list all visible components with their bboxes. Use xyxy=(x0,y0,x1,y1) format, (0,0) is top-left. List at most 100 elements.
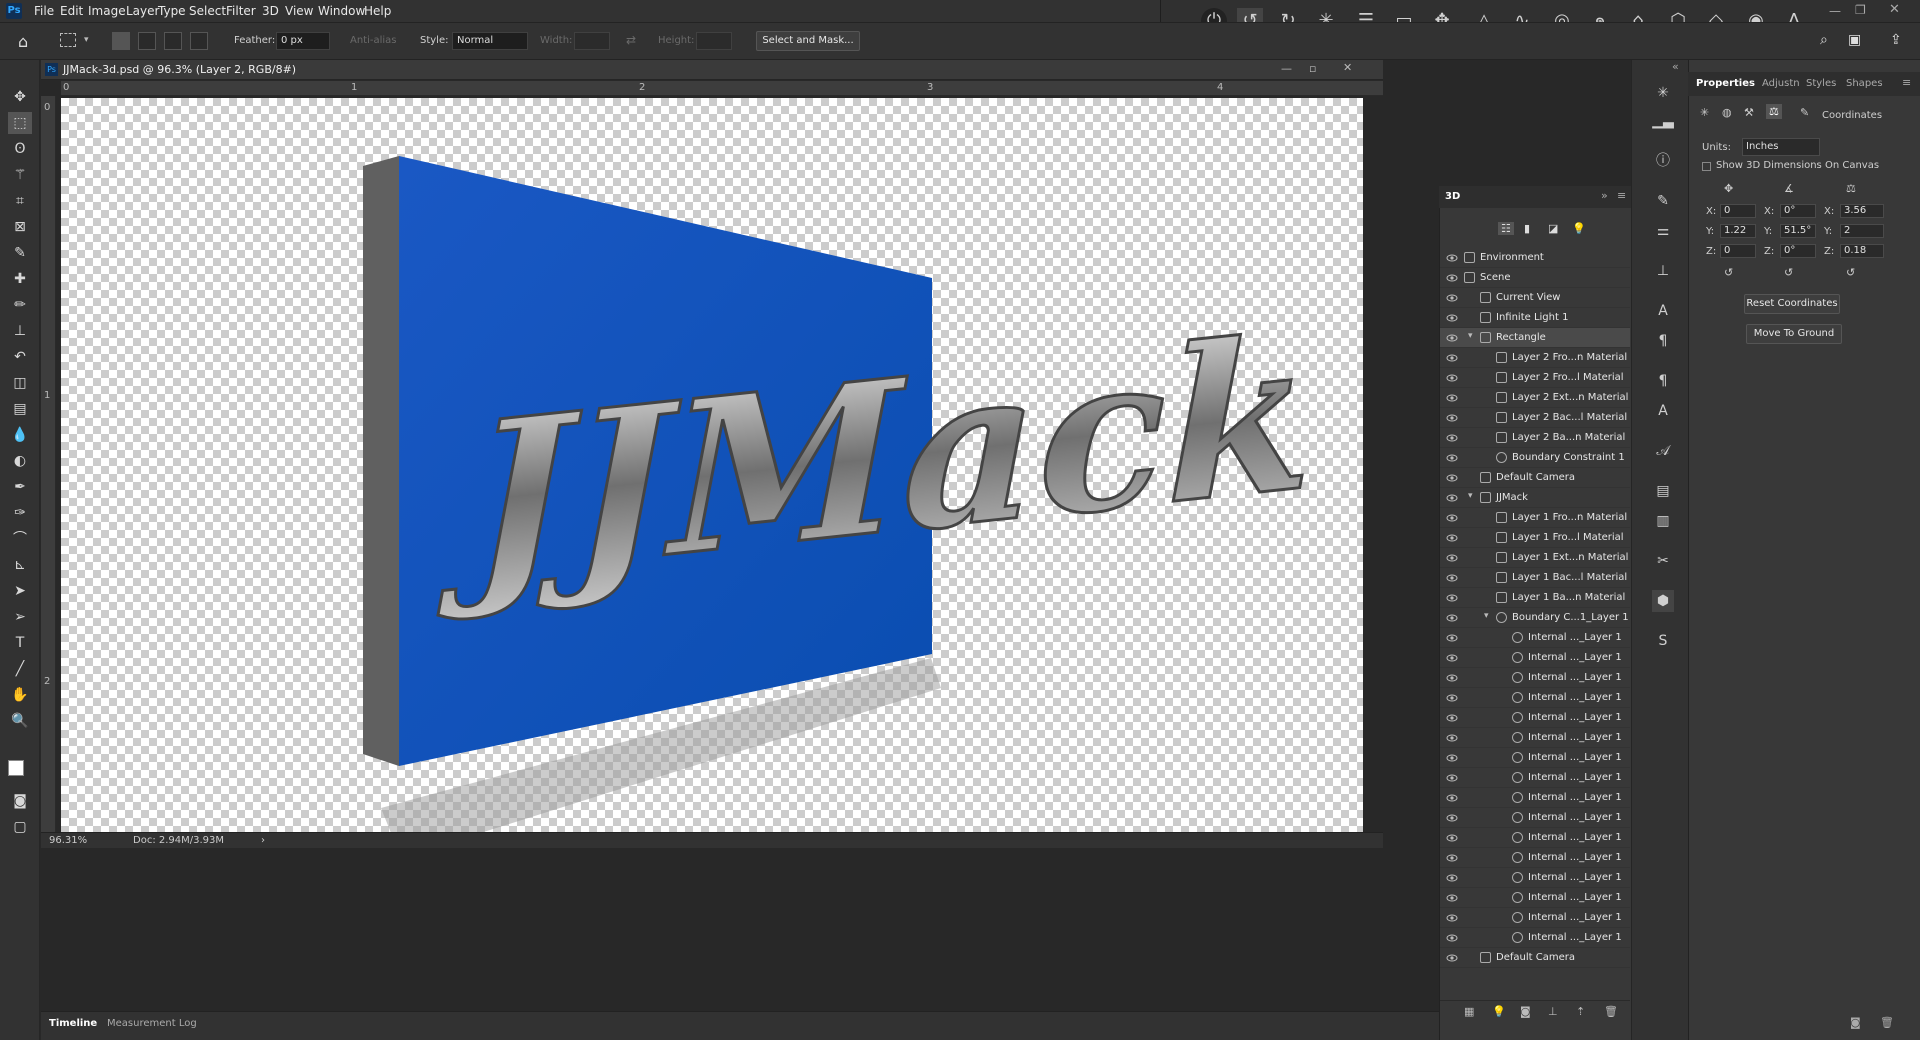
quick-mask-icon[interactable]: ◙ xyxy=(8,790,32,812)
visibility-eye-icon[interactable] xyxy=(1446,492,1458,504)
status-expand-icon[interactable]: › xyxy=(261,835,265,846)
zoom-level[interactable]: 96.31% xyxy=(49,835,87,846)
direct-selection-tool-icon[interactable]: ➢ xyxy=(8,606,32,628)
drop-icon[interactable]: ⊥ xyxy=(1548,1005,1558,1018)
3d-scene-row[interactable]: Internal ..._Layer 1 xyxy=(1440,828,1630,848)
pos-z-input[interactable]: 0 xyxy=(1720,244,1756,258)
add-selection-button[interactable] xyxy=(138,32,156,50)
lights-icon[interactable]: 💡 xyxy=(1572,222,1586,235)
visibility-eye-icon[interactable] xyxy=(1446,392,1458,404)
3d-scene-row[interactable]: Internal ..._Layer 1 xyxy=(1440,648,1630,668)
intersect-selection-button[interactable] xyxy=(190,32,208,50)
materials-icon[interactable]: ◪ xyxy=(1548,222,1558,235)
pos-x-input[interactable]: 0 xyxy=(1720,204,1756,218)
swap-icon[interactable]: ⇄ xyxy=(626,33,636,47)
feather-input[interactable]: 0 px xyxy=(276,32,330,50)
visibility-eye-icon[interactable] xyxy=(1446,932,1458,944)
3d-scene-row[interactable]: ▾ Boundary C...1_Layer 1 xyxy=(1440,608,1630,628)
path-selection-tool-icon[interactable]: ➤ xyxy=(8,580,32,602)
paragraph-icon[interactable]: ¶ xyxy=(1652,330,1674,352)
chevron-down-icon[interactable]: ▾ xyxy=(84,35,89,45)
menu-filter[interactable]: Filter xyxy=(222,0,260,22)
delete-icon[interactable]: 🗑 xyxy=(1880,1016,1894,1029)
reset-coordinates-button[interactable]: Reset Coordinates xyxy=(1744,294,1840,314)
visibility-eye-icon[interactable] xyxy=(1446,572,1458,584)
clone-stamp-tool-icon[interactable]: ⊥ xyxy=(8,320,32,342)
tab-styles[interactable]: Styles xyxy=(1806,78,1836,89)
3d-scene-row[interactable]: Internal ..._Layer 1 xyxy=(1440,708,1630,728)
menu-3d[interactable]: 3D xyxy=(258,0,283,22)
meshes-icon[interactable]: ▮ xyxy=(1524,222,1530,235)
whole-scene-icon[interactable]: ☷ xyxy=(1498,222,1514,235)
marquee-tool-icon[interactable]: ⬚ xyxy=(8,112,32,134)
minimize-app-icon[interactable]: — xyxy=(1829,4,1841,18)
move-tool-icon[interactable]: ✥ xyxy=(8,86,32,108)
tab-properties[interactable]: Properties xyxy=(1696,78,1755,89)
3d-scene-row[interactable]: Environment xyxy=(1440,248,1630,268)
3d-scene-row[interactable]: Layer 1 Ext...n Material xyxy=(1440,548,1630,568)
brush-props-icon[interactable]: ✎ xyxy=(1800,106,1809,119)
paragraph-styles-icon[interactable]: ¶ xyxy=(1652,370,1674,392)
3d-scene-row[interactable]: Current View xyxy=(1440,288,1630,308)
eyedropper-tool-icon[interactable]: ✎ xyxy=(8,242,32,264)
minimize-doc-icon[interactable]: — xyxy=(1281,62,1292,75)
3d-scene-row[interactable]: Boundary Constraint 1 xyxy=(1440,448,1630,468)
3d-panel-title[interactable]: 3D xyxy=(1445,191,1460,202)
rot-y-input[interactable]: 51.5° xyxy=(1780,224,1816,238)
visibility-eye-icon[interactable] xyxy=(1446,952,1458,964)
canvas[interactable]: JJMack xyxy=(61,98,1363,832)
reset-position-icon[interactable]: ↺ xyxy=(1724,266,1733,279)
visibility-eye-icon[interactable] xyxy=(1446,792,1458,804)
visibility-eye-icon[interactable] xyxy=(1446,372,1458,384)
menu-view[interactable]: View xyxy=(281,0,317,22)
screen-mode-icon[interactable]: ▢ xyxy=(8,816,32,838)
freeform-pen-tool-icon[interactable]: ✑ xyxy=(8,502,32,524)
3d-scene-row[interactable]: ▾ JJMack xyxy=(1440,488,1630,508)
3d-scene-row[interactable]: Infinite Light 1 xyxy=(1440,308,1630,328)
pos-y-input[interactable]: 1.22 xyxy=(1720,224,1756,238)
visibility-eye-icon[interactable] xyxy=(1446,432,1458,444)
menu-help[interactable]: Help xyxy=(360,0,395,22)
new-selection-button[interactable] xyxy=(112,32,130,50)
style-select[interactable]: Normal xyxy=(452,32,528,50)
brush-settings-icon[interactable]: ✎ xyxy=(1652,190,1674,212)
width-input[interactable] xyxy=(574,32,610,50)
crop-tool-icon[interactable]: ⌗ xyxy=(8,190,32,212)
pen-tool-icon[interactable]: ✒ xyxy=(8,476,32,498)
type-tool-icon[interactable]: T xyxy=(8,632,32,654)
adjustments-icon[interactable]: ⚌ xyxy=(1652,220,1674,242)
reset-scale-icon[interactable]: ↺ xyxy=(1846,266,1855,279)
show-dims-checkbox[interactable] xyxy=(1702,162,1711,171)
tab-shapes[interactable]: Shapes xyxy=(1846,78,1883,89)
visibility-eye-icon[interactable] xyxy=(1446,732,1458,744)
3d-scene-row[interactable]: Default Camera xyxy=(1440,948,1630,968)
3d-cube-icon[interactable]: ⬢ xyxy=(1652,590,1674,612)
visibility-eye-icon[interactable] xyxy=(1446,332,1458,344)
scale-z-input[interactable]: 0.18 xyxy=(1840,244,1884,258)
scale-y-input[interactable]: 2 xyxy=(1840,224,1884,238)
character-styles-icon[interactable]: A xyxy=(1652,400,1674,422)
visibility-eye-icon[interactable] xyxy=(1446,652,1458,664)
subtract-selection-button[interactable] xyxy=(164,32,182,50)
clone-source-icon[interactable]: ⊥ xyxy=(1652,260,1674,282)
visibility-eye-icon[interactable] xyxy=(1446,872,1458,884)
visibility-eye-icon[interactable] xyxy=(1446,452,1458,464)
3d-scene-row[interactable]: Internal ..._Layer 1 xyxy=(1440,668,1630,688)
3d-scene-row[interactable]: Layer 2 Fro...n Material xyxy=(1440,348,1630,368)
tab-adjustments[interactable]: Adjustn xyxy=(1762,78,1800,89)
3d-scene-row[interactable]: Layer 1 Ba...n Material xyxy=(1440,588,1630,608)
3d-scene-row[interactable]: Internal ..._Layer 1 xyxy=(1440,748,1630,768)
add-light-icon[interactable]: 💡 xyxy=(1492,1005,1506,1018)
menu-edit[interactable]: Edit xyxy=(56,0,87,22)
visibility-eye-icon[interactable] xyxy=(1446,272,1458,284)
cap-props-icon[interactable]: ⚒ xyxy=(1744,106,1754,119)
3d-scene-row[interactable]: Internal ..._Layer 1 xyxy=(1440,908,1630,928)
eraser-tool-icon[interactable]: ◫ xyxy=(8,372,32,394)
visibility-eye-icon[interactable] xyxy=(1446,472,1458,484)
mesh-props-icon[interactable]: ✳ xyxy=(1700,106,1709,119)
visibility-eye-icon[interactable] xyxy=(1446,772,1458,784)
3d-scene-row[interactable]: Internal ..._Layer 1 xyxy=(1440,888,1630,908)
height-input[interactable] xyxy=(696,32,732,50)
lasso-tool-icon[interactable]: ʘ xyxy=(8,138,32,160)
magic-wand-tool-icon[interactable]: ⚚ xyxy=(8,164,32,186)
